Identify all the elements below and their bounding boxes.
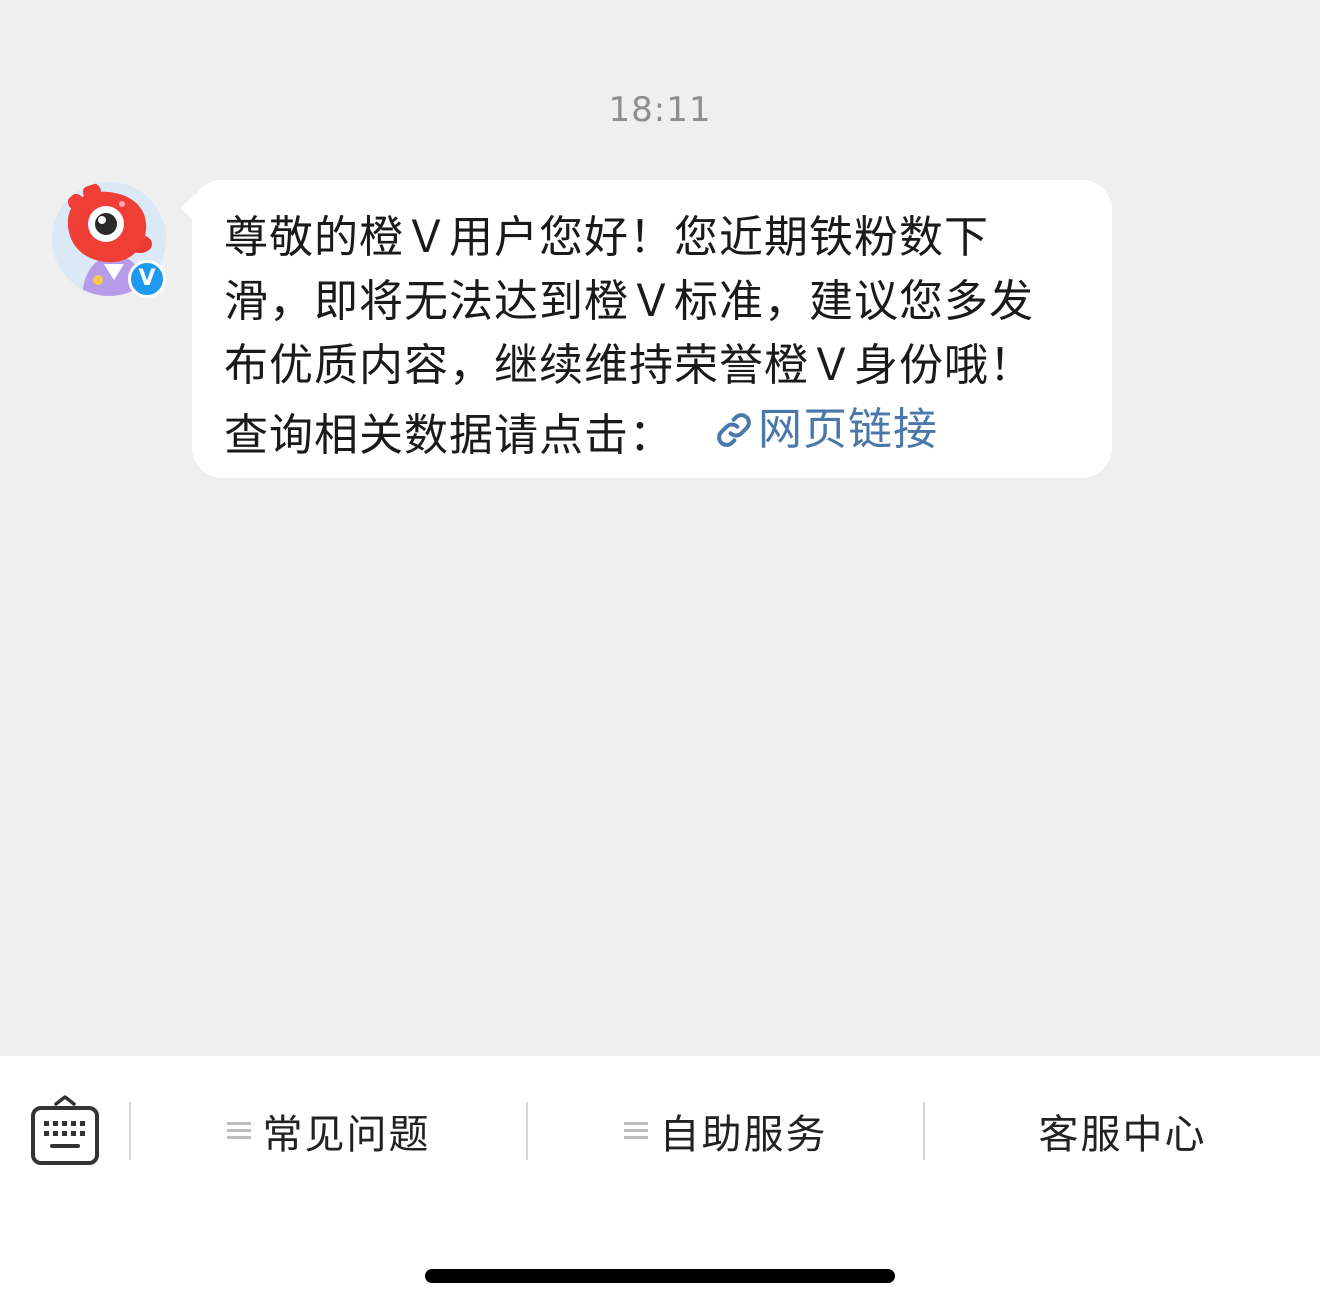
keyboard-icon (31, 1095, 99, 1165)
menu-self-service-label: 自助服务 (659, 1112, 828, 1158)
menu-customer-service-label: 客服中心 (1038, 1112, 1207, 1158)
message-line-2: 滑，即将无法达到橙Ｖ标准，建议您多发 (224, 276, 1034, 327)
home-indicator[interactable] (425, 1269, 895, 1283)
chat-area[interactable]: 18:11 V 尊敬的橙Ｖ用户您好！您近期铁粉数下 滑，即将无法达到橙Ｖ标准，建… (0, 0, 1320, 1056)
menu-lines-icon (226, 1122, 251, 1139)
menu-customer-service-button[interactable]: 客服中心 (925, 1100, 1320, 1162)
message-line-4-text: 查询相关数据请点击： (224, 410, 674, 461)
web-link[interactable]: 网页链接 (714, 398, 938, 462)
keyboard-toggle-button[interactable] (30, 1094, 100, 1168)
menu-self-service-button[interactable]: 自助服务 (528, 1100, 923, 1162)
verified-v-badge: V (128, 260, 166, 298)
web-link-label: 网页链接 (758, 404, 938, 455)
message-timestamp: 18:11 (608, 90, 712, 130)
message-bubble[interactable]: 尊敬的橙Ｖ用户您好！您近期铁粉数下 滑，即将无法达到橙Ｖ标准，建议您多发 布优质… (192, 180, 1112, 478)
link-icon (717, 413, 751, 447)
menu-lines-icon (623, 1122, 648, 1139)
message-line-3: 布优质内容，继续维持荣誉橙Ｖ身份哦！ (224, 340, 1034, 391)
message-line-1: 尊敬的橙Ｖ用户您好！您近期铁粉数下 (224, 212, 989, 263)
message-line-4: 查询相关数据请点击： 网页链接 (224, 398, 1082, 468)
menu-faq-button[interactable]: 常见问题 (131, 1100, 526, 1162)
menu-faq-label: 常见问题 (262, 1112, 431, 1158)
